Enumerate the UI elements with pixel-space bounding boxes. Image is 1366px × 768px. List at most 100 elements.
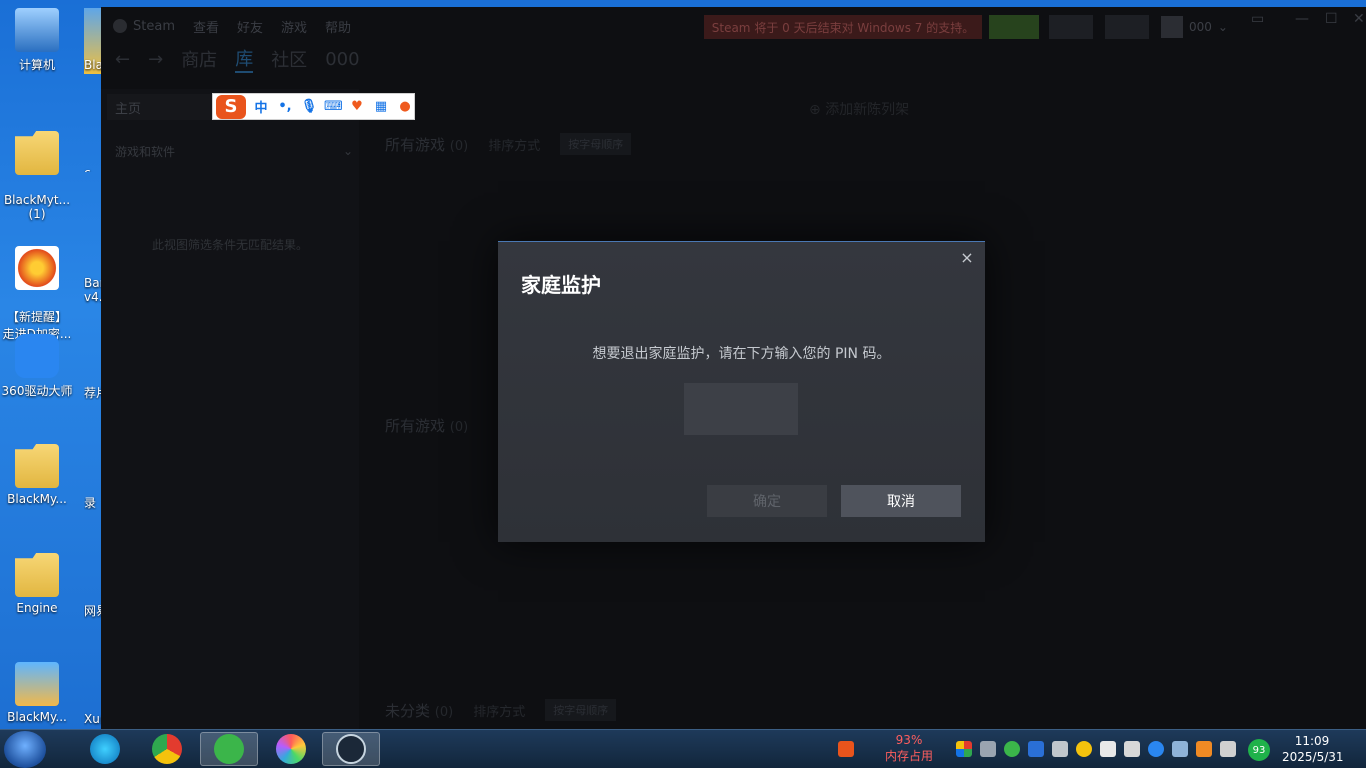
steam-logo-icon (113, 19, 127, 33)
sidebar-filter-dropdown[interactable]: 游戏和软件 ⌄ (107, 138, 353, 164)
steam-nav: ← → 商店 库 社区 000 (115, 45, 360, 73)
desktop-icon-zip[interactable]: BlackMy... (0, 662, 74, 724)
steam-tray-icon[interactable] (1172, 741, 1188, 757)
start-button[interactable] (4, 731, 46, 768)
skin-icon[interactable]: ♥ (348, 99, 366, 114)
mascot-icon[interactable]: ● (396, 99, 414, 114)
taskbar-edge[interactable] (76, 732, 134, 766)
shelf-title-text: 未分类 (385, 701, 431, 720)
check-icon[interactable] (1148, 741, 1164, 757)
menu-help[interactable]: 帮助 (325, 17, 351, 36)
username: 000 (1189, 20, 1212, 34)
memory-percent: 93% (895, 733, 923, 747)
sidebar-search-input[interactable] (107, 172, 353, 196)
shelf-title-text: 所有游戏 (385, 135, 446, 154)
app-tray-icon[interactable] (1196, 741, 1212, 757)
taskbar: 93% 内存占用 93 11:09 2025/5/31 (0, 729, 1366, 768)
memory-usage[interactable]: 93% 内存占用 (885, 732, 933, 764)
maximize-button[interactable]: ☐ (1325, 11, 1338, 27)
menu-view[interactable]: 查看 (193, 17, 219, 36)
taskbar-app[interactable] (262, 732, 320, 766)
clock-date: 2025/5/31 (1282, 750, 1344, 764)
notifications-button[interactable] (1105, 15, 1149, 39)
clock[interactable]: 11:09 2025/5/31 (1282, 733, 1344, 765)
browser-tray-icon[interactable] (1004, 741, 1020, 757)
ime-punctuation-toggle[interactable]: •, (276, 99, 294, 114)
usb-icon[interactable] (1100, 741, 1116, 757)
chevron-down-icon: ⌄ (1217, 20, 1228, 34)
steam-menu-label: Steam (133, 18, 175, 34)
sort-dropdown[interactable]: 按字母顺序 (560, 133, 632, 155)
keyboard-icon[interactable]: ⌨ (324, 99, 343, 114)
sort-dropdown[interactable]: 按字母顺序 (545, 699, 617, 721)
family-view-dialog: 家庭监护 × 想要退出家庭监护，请在下方输入您的 PIN 码。 确定 取消 (498, 241, 985, 542)
desktop-icon-folder[interactable]: BlackMy... (0, 444, 74, 506)
win7-support-alert[interactable]: Steam 将于 0 天后结束对 Windows 7 的支持。 (704, 15, 982, 39)
forward-arrow-icon[interactable]: → (148, 49, 163, 70)
shelf-header: 未分类 (0) 排序方式 按字母顺序 (385, 699, 617, 721)
nav-store[interactable]: 商店 (181, 46, 217, 72)
add-shelf-label: 添加新陈列架 (825, 102, 910, 118)
display-icon[interactable] (1052, 741, 1068, 757)
friends-button[interactable] (989, 15, 1039, 39)
close-icon[interactable]: × (959, 250, 975, 266)
microphone-icon[interactable]: 🎙 (300, 99, 318, 114)
pin-input[interactable] (684, 383, 798, 435)
ime-mode-toggle[interactable]: 中 (252, 97, 270, 116)
shelf-title[interactable]: 未分类 (0) (385, 700, 453, 721)
volume-icon[interactable] (1124, 741, 1140, 757)
announcements-button[interactable] (1049, 15, 1093, 39)
nav-user[interactable]: 000 (325, 49, 359, 70)
desktop-icon-folder[interactable]: BlackMyt... (1) (0, 117, 74, 235)
sogou-tray-icon[interactable] (838, 741, 854, 757)
desktop-icon-360-driver[interactable]: 360驱动大师 (0, 334, 74, 399)
nav-library[interactable]: 库 (235, 45, 254, 73)
big-picture-button[interactable]: ▭ (1251, 11, 1264, 27)
zip-archive-icon (15, 662, 59, 706)
bluetooth-icon[interactable] (1028, 741, 1044, 757)
cancel-button[interactable]: 取消 (841, 485, 961, 517)
windows-flag-icon[interactable] (956, 741, 972, 757)
shelf-title[interactable]: 所有游戏 (0) (385, 134, 468, 155)
gear-icon (15, 334, 59, 378)
shelf-title[interactable]: 所有游戏 (0) (385, 415, 468, 436)
pinwheel-icon (276, 734, 306, 764)
desktop-icon-label: 录 (84, 496, 97, 510)
sort-label: 排序方式 (488, 138, 541, 154)
minimize-button[interactable]: — (1295, 11, 1309, 27)
status-badge[interactable]: 93 (1248, 739, 1270, 761)
sort-label: 排序方式 (473, 704, 526, 720)
taskbar-chrome[interactable] (138, 732, 196, 766)
taskbar-steam[interactable] (322, 732, 380, 766)
signal-icon[interactable] (1220, 741, 1236, 757)
taskbar-browser[interactable] (200, 732, 258, 766)
desktop-icon-computer[interactable]: 计算机 (0, 8, 74, 73)
sidebar-filter-label: 游戏和软件 (115, 144, 176, 159)
folder-icon (15, 131, 59, 175)
library-sidebar: 主页 游戏和软件 ⌄ 此视图筛选条件无匹配结果。 (101, 89, 359, 729)
toolbox-icon[interactable]: ▦ (372, 99, 390, 114)
folder-icon (15, 553, 59, 597)
desktop-icon-label: 计算机 (18, 58, 55, 72)
confirm-button[interactable]: 确定 (707, 485, 827, 517)
network-tool-icon[interactable] (980, 741, 996, 757)
edge-icon (90, 734, 120, 764)
back-arrow-icon[interactable]: ← (115, 49, 130, 70)
shelf-title-text: 所有游戏 (385, 417, 446, 435)
steam-menu[interactable]: Steam (113, 19, 175, 34)
360-tray-icon[interactable] (1076, 741, 1092, 757)
desktop-icon-label: BlackMy... (7, 710, 67, 724)
user-menu[interactable]: 000 ⌄ (1161, 15, 1228, 39)
desktop-icon-folder[interactable]: Engine (0, 553, 74, 615)
memory-label: 内存占用 (885, 749, 934, 763)
steam-icon (336, 734, 366, 764)
menu-friends[interactable]: 好友 (237, 17, 263, 36)
sogou-logo-icon[interactable]: S (216, 94, 246, 119)
menu-games[interactable]: 游戏 (281, 17, 307, 36)
close-window-button[interactable]: ✕ (1353, 11, 1365, 27)
add-shelf-button[interactable]: ⊕ 添加新陈列架 (809, 99, 909, 119)
computer-icon (15, 8, 59, 52)
nav-community[interactable]: 社区 (271, 46, 307, 72)
desktop-icon-label: BlackMy... (7, 492, 67, 506)
chevron-down-icon: ⌄ (342, 144, 353, 158)
